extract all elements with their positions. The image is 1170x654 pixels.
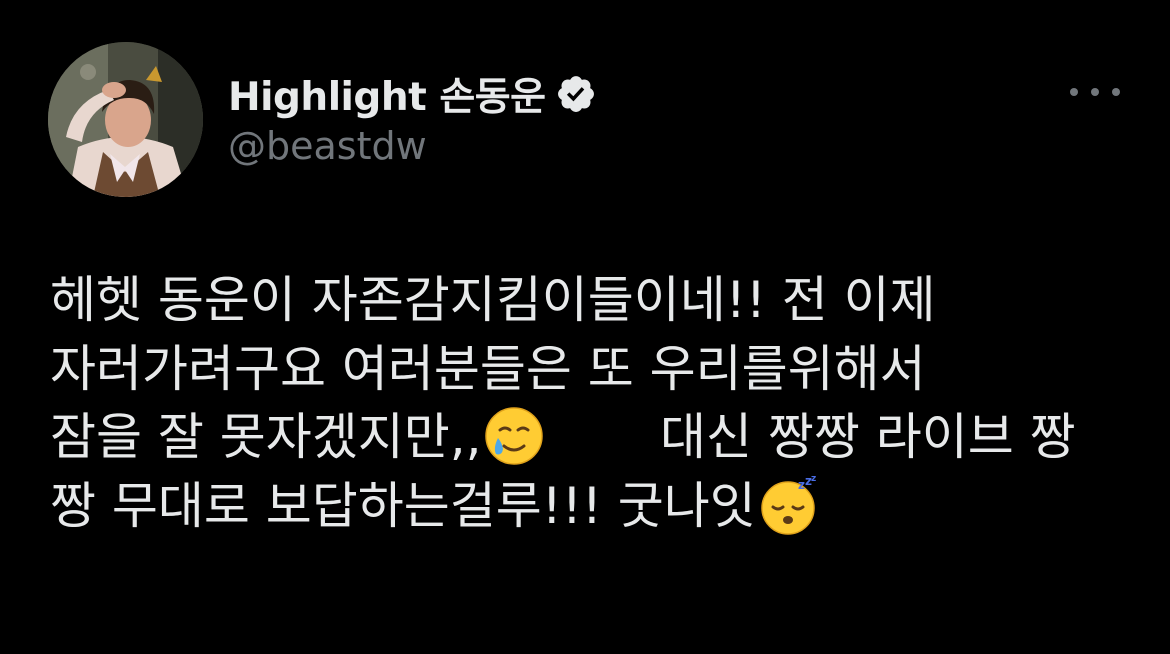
author-avatar[interactable]	[48, 42, 203, 197]
svg-text:z: z	[811, 475, 816, 484]
tweet-line-2: 자러가려구요 여러분들은 또 우리를위해서	[50, 339, 926, 398]
verified-badge-icon	[555, 73, 597, 115]
more-dot	[1070, 88, 1078, 96]
avatar-image	[48, 42, 203, 197]
more-dot	[1112, 88, 1120, 96]
smiling-face-with-tear-emoji	[484, 406, 544, 466]
author-handle[interactable]: @beastdw	[228, 124, 427, 168]
tweet-card: Highlight 손동운 @beastdw 헤헷 동운이 자존감지킴이들이네!…	[0, 0, 1170, 654]
sleeping-face-emoji: z z z	[758, 474, 818, 535]
svg-text:z: z	[798, 478, 805, 492]
tweet-line-3-text: 잠을 잘 못자겠지만,,	[50, 408, 482, 466]
tweet-line-5: 짱 무대로 보답하는걸루!!! 굿나잇 z z z	[50, 472, 1130, 541]
author-display-name[interactable]: Highlight 손동운	[228, 66, 546, 122]
tweet-line-4: 대신 짱짱 라이브 짱	[660, 408, 1076, 466]
tweet-line-1: 헤헷 동운이 자존감지킴이들이네!! 전 이제	[50, 271, 936, 329]
author-name-row: Highlight 손동운	[228, 70, 597, 120]
tweet-text: 헤헷 동운이 자존감지킴이들이네!! 전 이제 자러가려구요 여러분들은 또 우…	[50, 266, 1130, 540]
tweet-line-5-text: 짱 무대로 보답하는걸루!!! 굿나잇	[50, 476, 756, 535]
more-options-icon[interactable]	[1070, 80, 1120, 104]
more-dot	[1091, 88, 1099, 96]
